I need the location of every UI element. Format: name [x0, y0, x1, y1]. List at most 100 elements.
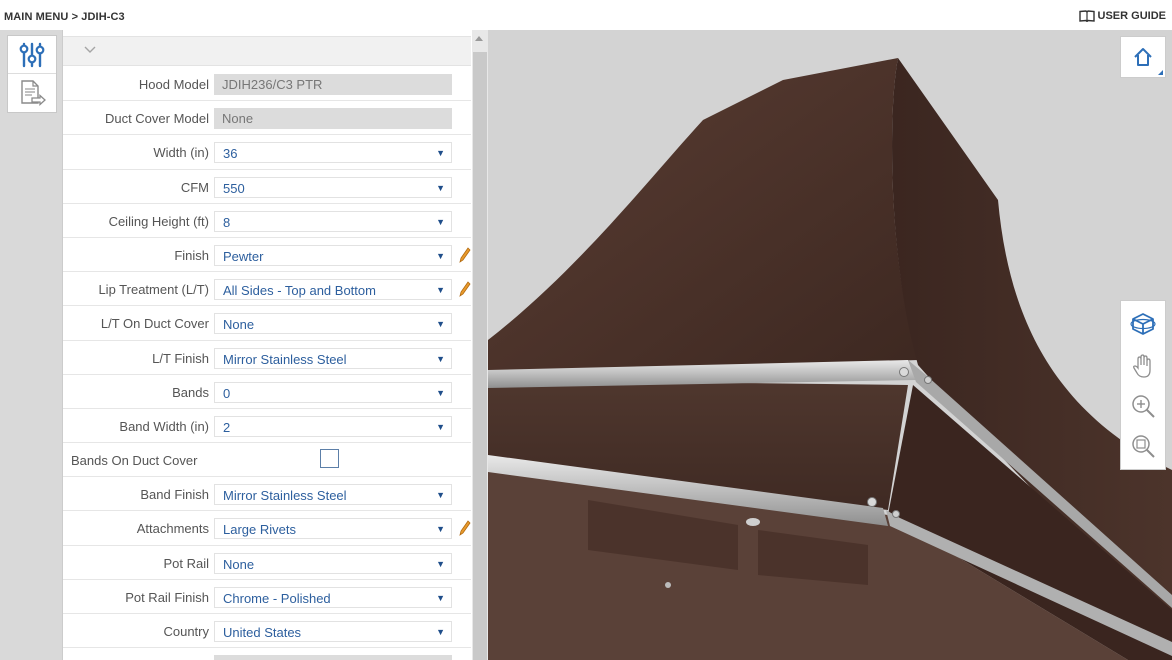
field-label-country: Country: [163, 624, 209, 639]
panel-scrollbar[interactable]: [472, 30, 488, 660]
document-export-icon: [21, 80, 46, 106]
form-row-partial: [63, 648, 471, 660]
field-value-cfm: 550: [223, 180, 245, 196]
form-row-duct-cover-model: Duct Cover Model None: [63, 101, 471, 136]
field-label-bands: Bands: [172, 384, 209, 400]
field-value-lip-treatment-l-t: All Sides - Top and Bottom: [223, 283, 376, 299]
field-label-pot-rail-finish: Pot Rail Finish: [125, 589, 209, 605]
dropdown-arrow-icon: ▼: [436, 319, 445, 330]
tool-menu: [7, 35, 57, 113]
field-value-attachments: Large Rivets: [223, 522, 296, 538]
dropdown-country[interactable]: United States ▼: [214, 621, 452, 642]
dropdown-arrow-icon: ▼: [436, 490, 445, 501]
form-row-hood-model: Hood Model JDIH236/C3 PTR: [63, 67, 471, 102]
view-cube-icon: [1130, 313, 1156, 335]
checkbox-bands-on-duct-cover[interactable]: [320, 449, 339, 469]
partial-field: [214, 655, 452, 660]
field-label-pot-rail: Pot Rail: [163, 555, 209, 571]
field-label-width-in: Width (in): [153, 145, 209, 161]
field-label-duct-cover-model: Duct Cover Model: [104, 111, 209, 127]
field-value-band-width-in: 2: [223, 419, 231, 435]
form-row-cfm: CFM 550 ▼: [63, 170, 471, 204]
dropdown-band-finish[interactable]: Mirror Stainless Steel ▼: [214, 484, 452, 506]
configuration-panel: Hood Model JDIH236/C3 PTR Duct Cover Model…: [62, 30, 472, 660]
navigation-toolbar: [1120, 300, 1166, 470]
sliders-icon: [19, 42, 45, 67]
form-row-bands-on-duct-cover: Bands On Duct Cover: [63, 443, 471, 478]
home-icon: [1134, 48, 1152, 66]
dropdown-pot-rail-finish[interactable]: Chrome - Polished ▼: [214, 586, 452, 608]
form-row-ceiling-height-ft: Ceiling Height (ft) 8 ▼: [63, 204, 471, 238]
home-menu-corner-icon: [1158, 70, 1163, 75]
readonly-field-duct-cover-model: None: [214, 108, 452, 130]
book-icon: [1078, 10, 1095, 22]
form-rows: Hood Model JDIH236/C3 PTR Duct Cover Model…: [63, 67, 471, 660]
pan-button[interactable]: [1121, 347, 1165, 385]
readonly-field-hood-model: JDIH236/C3 PTR: [214, 74, 452, 95]
field-value-band-finish: Mirror Stainless Steel: [223, 488, 347, 504]
dropdown-finish[interactable]: Pewter ▼: [214, 244, 452, 266]
form-row-finish: Finish Pewter ▼: [63, 238, 471, 273]
form-row-attachments: Attachments Large Rivets ▼: [63, 511, 471, 546]
field-label-l-t-on-duct-cover: L/T On Duct Cover: [100, 316, 209, 332]
dropdown-arrow-icon: ▼: [436, 558, 445, 569]
export-document-button[interactable]: [8, 74, 56, 112]
dropdown-arrow-icon: ▼: [436, 592, 445, 603]
chevron-down-icon[interactable]: [83, 45, 97, 55]
pencil-icon[interactable]: [459, 520, 471, 537]
field-value-hood-model: JDIH236/C3 PTR: [222, 77, 323, 92]
dropdown-cfm[interactable]: 550 ▼: [214, 176, 452, 198]
panel-header: [63, 36, 471, 66]
zoom-fit-button[interactable]: [1121, 427, 1165, 465]
form-row-band-width-in: Band Width (in) 2 ▼: [63, 409, 471, 444]
field-label-l-t-finish: L/T Finish: [152, 350, 209, 366]
field-value-pot-rail-finish: Chrome - Polished: [223, 590, 331, 606]
top-bar: MAIN MENU > JDIH-C3 USER GUIDE: [0, 0, 1172, 30]
field-label-band-width-in: Band Width (in): [119, 418, 209, 434]
home-view-button[interactable]: [1120, 36, 1166, 78]
pencil-icon[interactable]: [459, 281, 471, 298]
dropdown-arrow-icon: ▼: [436, 250, 445, 261]
scroll-thumb[interactable]: [473, 52, 487, 660]
dropdown-arrow-icon: ▼: [436, 353, 445, 364]
field-value-pot-rail: None: [223, 556, 255, 572]
dropdown-width-in[interactable]: 36 ▼: [214, 142, 452, 164]
field-label-lip-treatment-l-t: Lip Treatment (L/T): [98, 282, 209, 298]
dropdown-ceiling-height-ft[interactable]: 8 ▼: [214, 210, 452, 232]
form-row-lip-treatment-l-t: Lip Treatment (L/T) All Sides - Top and B…: [63, 272, 471, 307]
dropdown-attachments[interactable]: Large Rivets ▼: [214, 518, 452, 540]
zoom-in-button[interactable]: [1121, 387, 1165, 425]
form-row-band-finish: Band Finish Mirror Stainless Steel ▼: [63, 477, 471, 512]
dropdown-lip-treatment-l-t[interactable]: All Sides - Top and Bottom ▼: [214, 279, 452, 301]
form-row-bands: Bands 0 ▼: [63, 375, 471, 409]
field-value-country: United States: [223, 625, 302, 640]
user-guide-link[interactable]: USER GUIDE: [1078, 10, 1166, 22]
zoom-fit-icon: [1132, 435, 1155, 458]
left-tool-strip: [0, 30, 62, 660]
field-value-bands: 0: [223, 385, 231, 401]
settings-button[interactable]: [8, 36, 56, 74]
dropdown-arrow-icon: ▼: [436, 182, 445, 193]
dropdown-arrow-icon: ▼: [436, 285, 445, 296]
dropdown-l-t-finish[interactable]: Mirror Stainless Steel ▼: [214, 347, 452, 369]
view-cube-button[interactable]: [1121, 305, 1165, 343]
dropdown-bands[interactable]: 0 ▼: [214, 381, 452, 403]
dropdown-arrow-icon: ▼: [436, 216, 445, 227]
breadcrumb[interactable]: MAIN MENU > JDIH-C3: [4, 11, 125, 23]
dropdown-band-width-in[interactable]: 2 ▼: [214, 415, 452, 437]
form-row-pot-rail-finish: Pot Rail Finish Chrome - Polished ▼: [63, 580, 471, 614]
3d-viewport[interactable]: [488, 30, 1172, 660]
dropdown-arrow-icon: ▼: [436, 421, 445, 432]
dropdown-l-t-on-duct-cover[interactable]: None ▼: [214, 313, 452, 335]
field-value-duct-cover-model: None: [222, 111, 254, 127]
form-row-pot-rail: Pot Rail None ▼: [63, 546, 471, 580]
dropdown-pot-rail[interactable]: None ▼: [214, 552, 452, 574]
scroll-up-arrow-icon[interactable]: [475, 36, 483, 41]
configurator-app: MAIN MENU > JDIH-C3 USER GUIDE Hood Mode…: [0, 0, 1172, 660]
field-value-l-t-finish: Mirror Stainless Steel: [223, 351, 347, 367]
dropdown-arrow-icon: ▼: [436, 627, 445, 637]
field-label-cfm: CFM: [180, 179, 209, 195]
zoom-in-icon: [1132, 395, 1155, 418]
form-row-l-t-on-duct-cover: L/T On Duct Cover None ▼: [63, 306, 471, 341]
pencil-icon[interactable]: [459, 247, 471, 263]
